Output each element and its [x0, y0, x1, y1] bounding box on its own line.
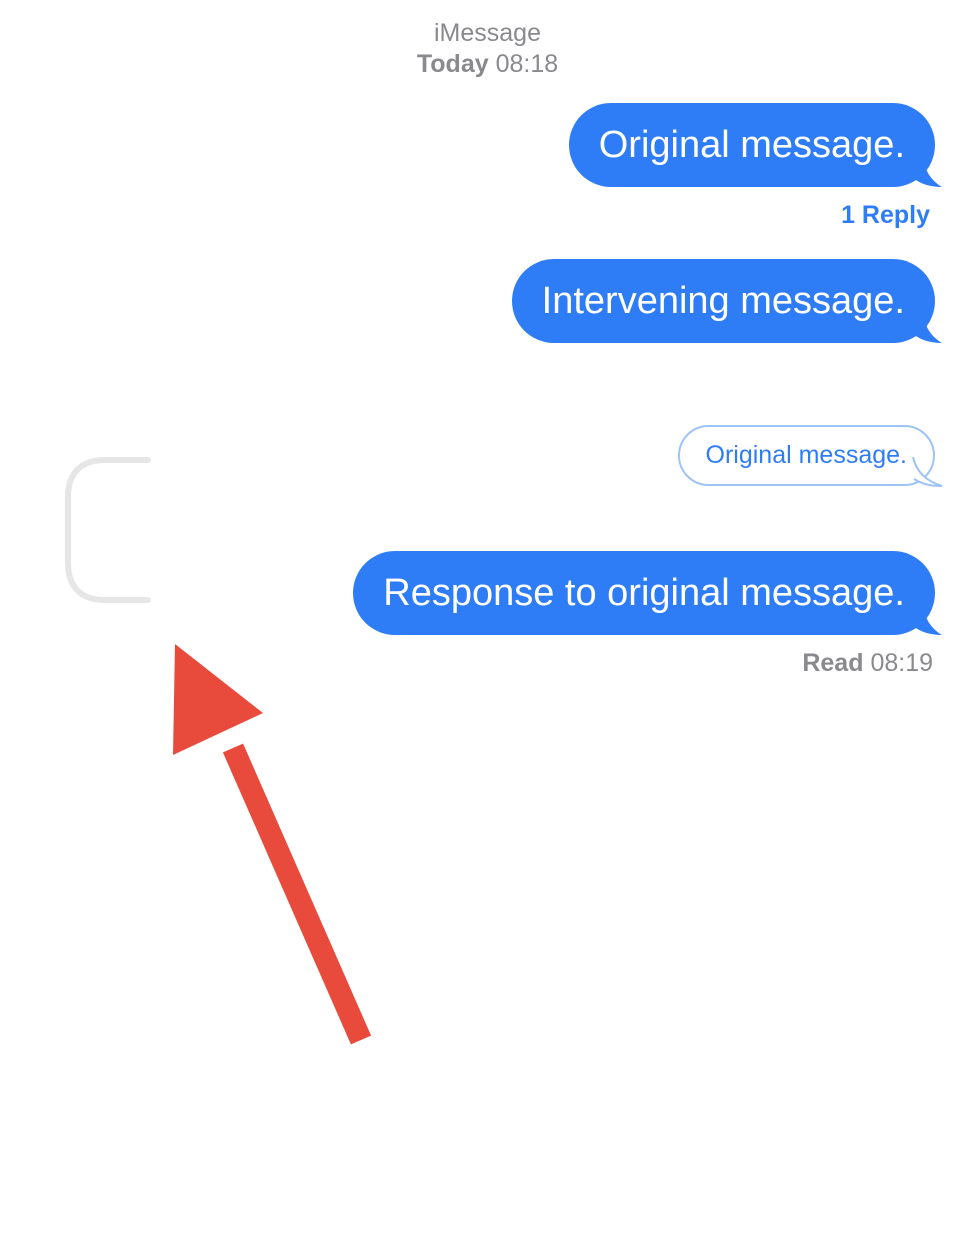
timestamp: Today 08:18	[0, 49, 963, 80]
quoted-bubble-tail-icon	[912, 457, 943, 487]
message-text: Original message.	[598, 124, 905, 166]
message-text: Response to original message.	[383, 572, 905, 614]
quoted-original-message[interactable]: Original message.	[677, 425, 935, 486]
bubble-tail-icon	[912, 313, 942, 343]
time-label: 08:18	[495, 50, 559, 78]
read-time: 08:19	[870, 649, 933, 677]
read-label: Read	[802, 649, 864, 677]
message-text: Intervening message.	[541, 280, 905, 322]
message-bubble-original[interactable]: Original message.	[568, 103, 935, 187]
message-bubble-response[interactable]: Response to original message.	[353, 551, 935, 635]
quoted-text: Original message.	[705, 441, 907, 469]
bubble-tail-icon	[912, 605, 942, 635]
read-receipt: Read 08:19	[802, 647, 933, 679]
bubble-tail-icon	[912, 157, 942, 187]
red-arrow-icon	[173, 644, 372, 1045]
reply-count-link[interactable]: 1 Reply	[841, 199, 930, 231]
message-bubble-intervening[interactable]: Intervening message.	[511, 259, 935, 343]
date-label: Today	[416, 50, 489, 78]
service-label: iMessage	[434, 19, 541, 47]
conversation-header: iMessage Today 08:18	[0, 18, 963, 80]
reply-thread-bracket-icon	[65, 457, 151, 603]
